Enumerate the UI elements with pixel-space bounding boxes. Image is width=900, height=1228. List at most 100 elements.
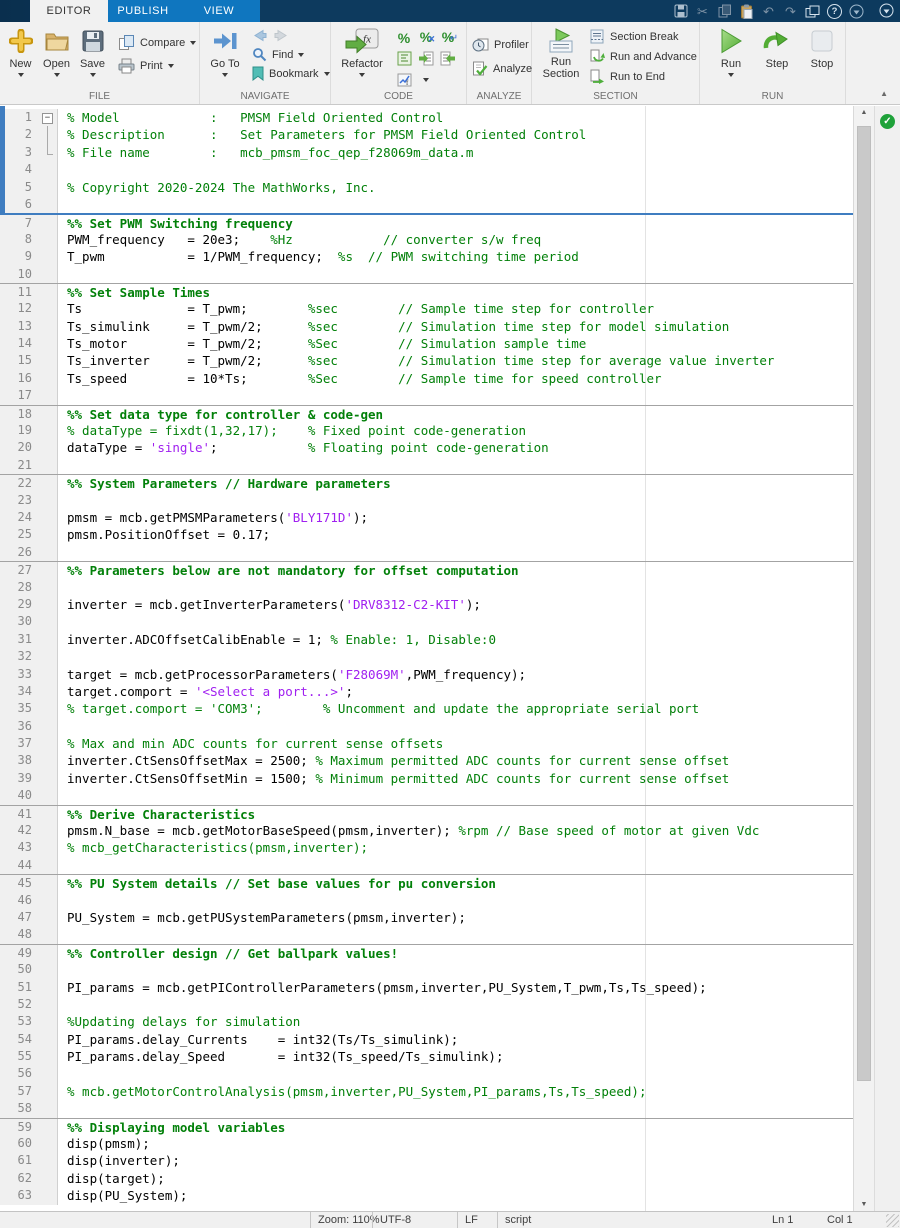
line-number[interactable]: 50 [0, 961, 38, 979]
code-line-62[interactable]: 62 disp(target); [0, 1169, 853, 1188]
bookmark-dropdown-caret[interactable] [323, 72, 330, 76]
code-line-27[interactable]: 27 %% Parameters below are not mandatory … [0, 561, 853, 579]
goto-button[interactable]: Go To [204, 24, 246, 77]
fold-gutter[interactable] [38, 143, 58, 162]
code-line-6[interactable]: 6 [0, 195, 853, 214]
save-icon[interactable] [673, 4, 688, 19]
copy-icon[interactable] [717, 4, 732, 19]
code-line-23[interactable]: 23 [0, 491, 853, 509]
line-number[interactable]: 44 [0, 856, 38, 875]
line-number[interactable]: 20 [0, 439, 38, 457]
code-line-49[interactable]: 49 %% Controller design // Get ballpark v… [0, 943, 853, 962]
line-number[interactable]: 14 [0, 335, 38, 353]
line-number[interactable]: 10 [0, 265, 38, 283]
line-number[interactable]: 25 [0, 526, 38, 544]
code-line-40[interactable]: 40 [0, 787, 853, 805]
status-eol[interactable]: LF [457, 1212, 497, 1228]
line-number[interactable]: 54 [0, 1030, 38, 1049]
save-dropdown-caret[interactable] [89, 73, 96, 77]
code-line-11[interactable]: 11 %% Set Sample Times [0, 282, 853, 301]
code-line-59[interactable]: 59 %% Displaying model variables [0, 1117, 853, 1136]
refactor-button[interactable]: fx Refactor [335, 24, 389, 77]
line-number[interactable]: 40 [0, 787, 38, 805]
code-line-3[interactable]: 3 % File name : mcb_pmsm_foc_qep_f28069m_… [0, 143, 853, 162]
code-line-41[interactable]: 41 %% Derive Characteristics [0, 804, 853, 823]
line-number[interactable]: 51 [0, 978, 38, 996]
new-dropdown-caret[interactable] [17, 73, 24, 77]
fold-collapse-icon[interactable]: − [42, 113, 53, 124]
indent-right-icon[interactable] [418, 51, 434, 66]
line-number[interactable]: 24 [0, 508, 38, 527]
code-line-34[interactable]: 34 target.comport = '<Select a port...>'; [0, 682, 853, 701]
run-section-button[interactable]: Run Section [538, 24, 584, 80]
line-number[interactable]: 52 [0, 995, 38, 1014]
new-button[interactable]: New [3, 24, 38, 77]
code-line-33[interactable]: 33 target = mcb.getProcessorParameters('F… [0, 665, 853, 683]
code-line-55[interactable]: 55 PI_params.delay_Speed = int32(Ts_speed… [0, 1048, 853, 1066]
paste-icon[interactable] [739, 4, 754, 19]
line-number[interactable]: 47 [0, 908, 38, 927]
status-file-type[interactable]: script [497, 1212, 595, 1228]
stop-button[interactable]: Stop [804, 24, 840, 70]
step-button[interactable]: Step [758, 24, 796, 70]
resize-grip[interactable] [886, 1214, 899, 1227]
scroll-up-icon[interactable]: ▲ [854, 109, 874, 116]
code-line-30[interactable]: 30 [0, 613, 853, 631]
line-number[interactable]: 32 [0, 648, 38, 666]
code-line-21[interactable]: 21 [0, 456, 853, 475]
line-number[interactable]: 53 [0, 1013, 38, 1031]
line-number[interactable]: 59 [0, 1118, 38, 1136]
line-number[interactable]: 12 [0, 300, 38, 318]
code-line-24[interactable]: 24 pmsm = mcb.getPMSMParameters('BLY171D'… [0, 508, 853, 527]
toolbar-options-icon[interactable] [879, 3, 894, 18]
line-number[interactable]: 57 [0, 1082, 38, 1101]
code-line-54[interactable]: 54 PI_params.delay_Currents = int32(Ts/Ts… [0, 1030, 853, 1049]
profiler-button[interactable]: Profiler [472, 35, 532, 54]
code-line-42[interactable]: 42 pmsm.N_base = mcb.getMotorBaseSpeed(pm… [0, 822, 853, 840]
line-number[interactable]: 45 [0, 875, 38, 892]
windows-icon[interactable] [805, 4, 820, 19]
uncomment-icon[interactable]: % ✕ [420, 29, 436, 47]
code-line-56[interactable]: 56 [0, 1065, 853, 1083]
run-and-advance-button[interactable]: Run and Advance [590, 47, 697, 66]
line-number[interactable]: 41 [0, 805, 38, 823]
code-line-19[interactable]: 19 % dataType = fixdt(1,32,17); % Fixed p… [0, 422, 853, 440]
code-line-35[interactable]: 35 % target.comport = 'COM3'; % Uncomment… [0, 700, 853, 718]
code-line-58[interactable]: 58 [0, 1100, 853, 1118]
line-number[interactable]: 27 [0, 562, 38, 579]
line-number[interactable]: 7 [0, 215, 38, 231]
code-line-47[interactable]: 47 PU_System = mcb.getPUSystemParameters(… [0, 908, 853, 927]
line-number[interactable]: 19 [0, 422, 38, 440]
line-number[interactable]: 13 [0, 317, 38, 336]
code-line-36[interactable]: 36 [0, 717, 853, 736]
print-dropdown-caret[interactable] [167, 64, 174, 68]
line-number[interactable]: 35 [0, 700, 38, 718]
cut-icon[interactable]: ✂ [695, 4, 710, 19]
dropdown-icon[interactable] [849, 4, 864, 19]
code-issues-icon[interactable]: f [397, 73, 412, 87]
line-number[interactable]: 48 [0, 926, 38, 944]
print-button[interactable]: Print [118, 56, 196, 75]
code-line-15[interactable]: 15 Ts_inverter = T_pwm/2; %sec // Simulat… [0, 352, 853, 370]
code-line-60[interactable]: 60 disp(pmsm); [0, 1135, 853, 1153]
code-line-32[interactable]: 32 [0, 648, 853, 666]
code-line-7[interactable]: 7 %% Set PWM Switching frequency [0, 213, 853, 231]
compare-button[interactable]: Compare [118, 33, 197, 52]
code-line-46[interactable]: 46 [0, 891, 853, 909]
comment-icon[interactable]: % [398, 31, 410, 45]
line-number[interactable]: 21 [0, 456, 38, 475]
code-line-2[interactable]: 2 % Description : Set Parameters for PMSM… [0, 126, 853, 144]
undo-icon[interactable]: ↶ [761, 4, 776, 19]
vertical-scrollbar[interactable]: ▲ ▼ [853, 106, 874, 1211]
line-number[interactable]: 9 [0, 248, 38, 266]
code-line-45[interactable]: 45 %% PU System details // Set base value… [0, 874, 853, 892]
line-number[interactable]: 31 [0, 630, 38, 649]
line-number[interactable]: 5 [0, 178, 38, 196]
code-line-25[interactable]: 25 pmsm.PositionOffset = 0.17; [0, 526, 853, 544]
line-number[interactable]: 43 [0, 839, 38, 857]
line-number[interactable]: 63 [0, 1187, 38, 1205]
compare-dropdown-caret[interactable] [190, 41, 197, 45]
status-zoom[interactable]: Zoom: 110% [310, 1212, 380, 1228]
collapse-toolstrip-icon[interactable]: ▲ [880, 89, 888, 98]
line-number[interactable]: 1 [0, 109, 38, 127]
